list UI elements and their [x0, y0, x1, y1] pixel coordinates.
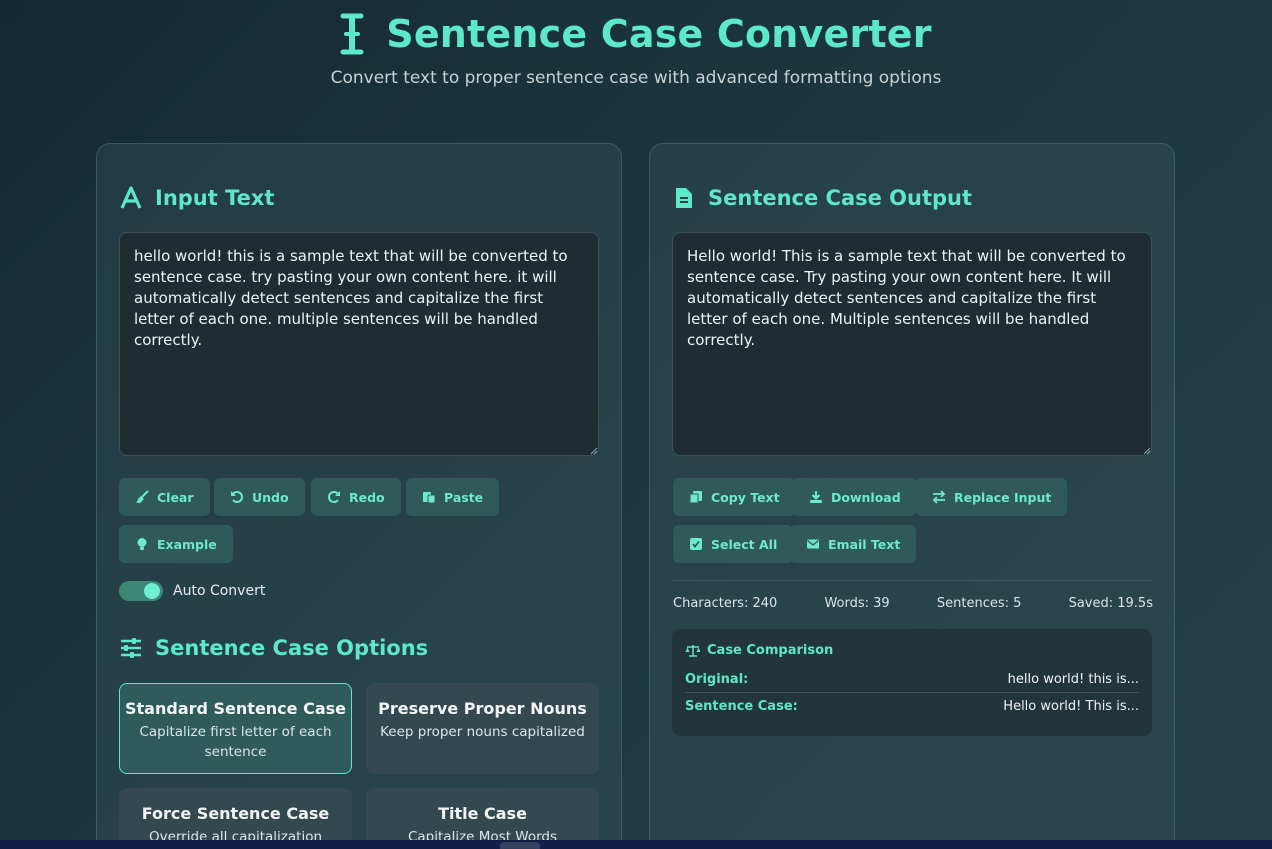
document-icon [676, 188, 692, 208]
option-desc: Capitalize first letter of each sentence [139, 724, 332, 760]
copy-icon [689, 491, 702, 504]
copy-text-button-label: Copy Text [711, 489, 780, 505]
undo-button[interactable]: Undo [214, 478, 305, 516]
options-title: Sentence Case Options [155, 636, 429, 660]
os-taskbar [0, 840, 1272, 849]
download-button-label: Download [831, 489, 901, 505]
font-icon [120, 186, 142, 209]
case-comparison-heading: Case Comparison [685, 643, 1139, 658]
download-button[interactable]: Download [793, 478, 917, 516]
toggle-knob [144, 583, 160, 599]
option-name: Standard Sentence Case [125, 699, 346, 718]
options-heading: Sentence Case Options [119, 636, 428, 660]
broom-icon [136, 490, 149, 503]
stats-divider [672, 580, 1152, 581]
input-textarea[interactable]: hello world! this is a sample text that … [119, 232, 599, 456]
example-button[interactable]: Example [119, 525, 233, 563]
comparison-row-sentence: Sentence Case: Hello world! This is... [685, 693, 1139, 720]
comparison-original-value: hello world! this is... [1007, 671, 1139, 687]
undo-icon [231, 491, 243, 503]
clear-button-label: Clear [157, 489, 194, 505]
input-panel-title: Input Text [155, 186, 275, 210]
lightbulb-icon [137, 538, 147, 550]
input-panel-heading: Input Text [119, 186, 274, 210]
output-panel: Sentence Case Output Hello world! This i… [649, 143, 1175, 849]
auto-convert-row: Auto Convert [119, 581, 265, 601]
resize-handle-icon[interactable] [590, 447, 598, 455]
page-header: Sentence Case Converter Convert text to … [0, 8, 1272, 88]
option-desc: Keep proper nouns capitalized [380, 724, 585, 740]
stat-characters: Characters: 240 [673, 596, 778, 611]
check-square-icon [690, 538, 702, 550]
paste-button[interactable]: Paste [406, 478, 500, 516]
copy-text-button[interactable]: Copy Text [673, 478, 796, 516]
option-preserve-proper-nouns[interactable]: Preserve Proper Nouns Keep proper nouns … [366, 683, 599, 774]
envelope-icon [807, 539, 819, 549]
input-panel: Input Text hello world! this is a sample… [96, 143, 622, 849]
balance-scale-icon [685, 644, 701, 657]
stat-sentences: Sentences: 5 [936, 596, 1022, 611]
option-name: Preserve Proper Nouns [378, 699, 587, 718]
select-all-button[interactable]: Select All [673, 525, 794, 563]
page-title: Sentence Case Converter [386, 12, 932, 56]
undo-button-label: Undo [252, 489, 289, 505]
output-panel-title: Sentence Case Output [708, 186, 973, 210]
auto-convert-toggle[interactable] [119, 581, 163, 601]
redo-icon [328, 491, 340, 503]
stats-bar: Characters: 240 Words: 39 Sentences: 5 S… [673, 596, 1153, 611]
clear-button[interactable]: Clear [119, 478, 210, 516]
stat-saved: Saved: 19.5s [1068, 596, 1153, 611]
comparison-original-label: Original: [685, 671, 749, 687]
select-all-button-label: Select All [711, 536, 778, 552]
replace-input-button-label: Replace Input [954, 489, 1052, 505]
download-icon [810, 491, 822, 503]
output-textarea[interactable]: Hello world! This is a sample text that … [672, 232, 1152, 456]
text-cursor-icon [340, 13, 364, 55]
sliders-icon [121, 638, 141, 658]
email-text-button-label: Email Text [828, 536, 901, 552]
stat-words: Words: 39 [824, 596, 890, 611]
comparison-row-original: Original: hello world! this is... [685, 666, 1139, 693]
redo-button-label: Redo [349, 489, 385, 505]
example-button-label: Example [157, 536, 217, 552]
paste-icon [423, 492, 436, 504]
redo-button[interactable]: Redo [311, 478, 401, 516]
option-standard-sentence-case[interactable]: Standard Sentence Case Capitalize first … [119, 683, 352, 774]
resize-handle-icon[interactable] [1143, 447, 1151, 455]
email-text-button[interactable]: Email Text [790, 525, 917, 563]
auto-convert-label: Auto Convert [173, 583, 266, 599]
replace-input-button[interactable]: Replace Input [916, 478, 1068, 516]
page-subtitle: Convert text to proper sentence case wit… [330, 68, 942, 88]
comparison-sentence-value: Hello world! This is... [1003, 699, 1139, 714]
output-panel-heading: Sentence Case Output [672, 186, 972, 210]
option-name: Force Sentence Case [141, 804, 330, 823]
comparison-sentence-label: Sentence Case: [685, 699, 798, 714]
case-comparison-title: Case Comparison [707, 643, 834, 658]
swap-arrows-icon [932, 490, 946, 504]
option-name: Title Case [438, 804, 527, 823]
case-comparison-box: Case Comparison Original: hello world! t… [672, 629, 1152, 736]
paste-button-label: Paste [444, 489, 484, 505]
taskbar-app-icon[interactable] [500, 842, 540, 849]
